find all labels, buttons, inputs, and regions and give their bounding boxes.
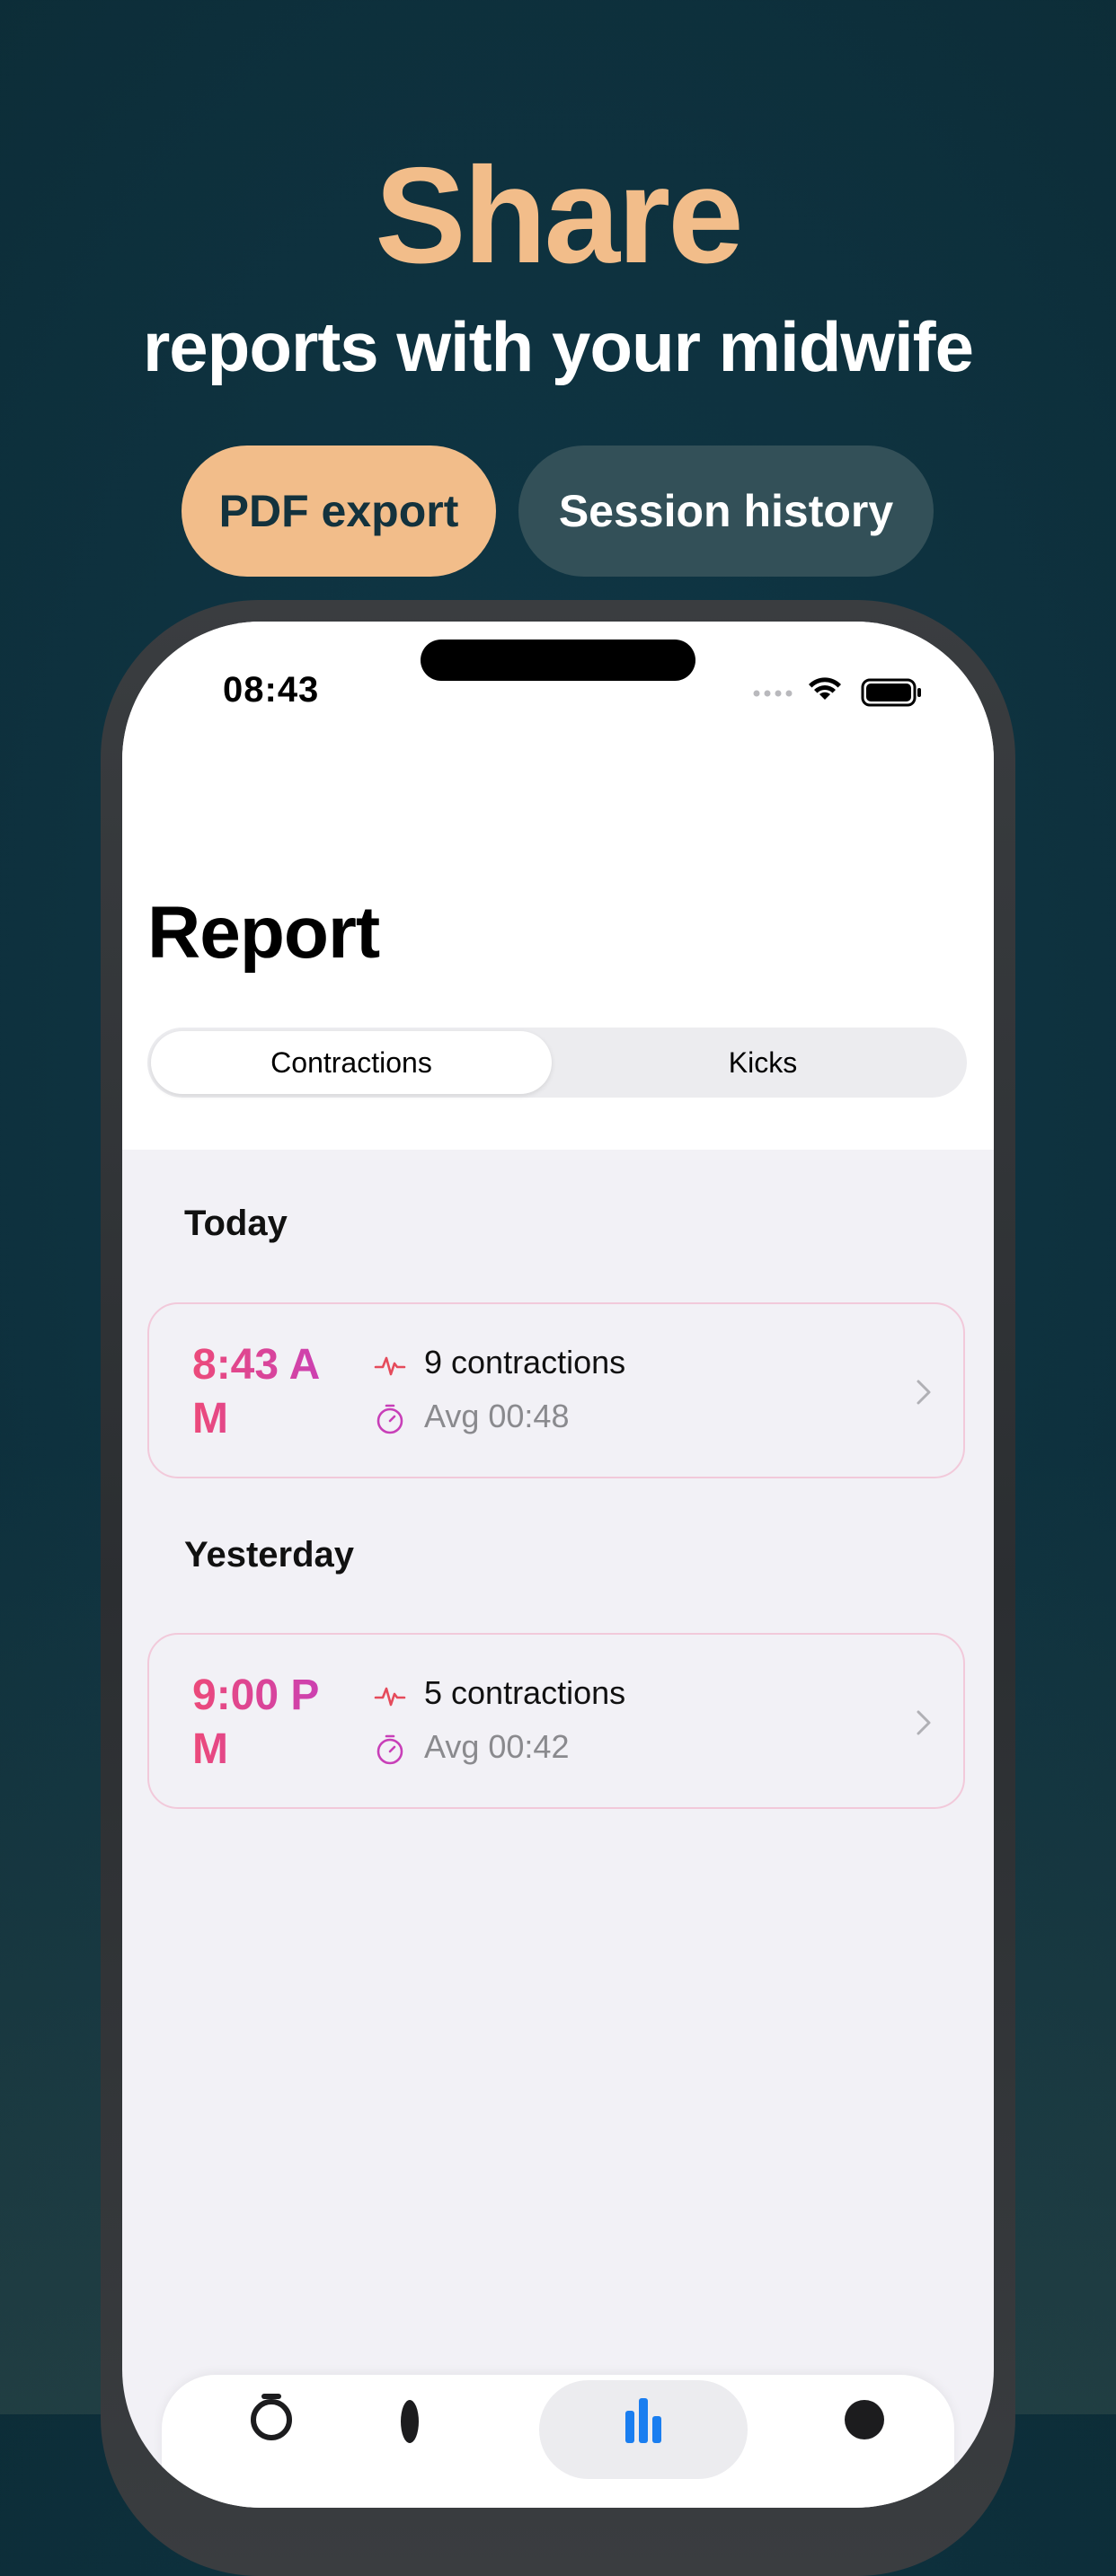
promo-subheadline: reports with your midwife xyxy=(142,307,974,386)
chevron-right-icon xyxy=(917,1380,931,1405)
session-card[interactable]: 9:00 PM 5 contractions Avg 00:42 xyxy=(147,1633,965,1809)
tab-chart-icon[interactable] xyxy=(616,2389,670,2443)
phone-screen: 08:43 Report Contractions Kicks Today 8:… xyxy=(122,622,994,2508)
promo-headline: Share xyxy=(375,139,743,292)
session-history-pill: Session history xyxy=(518,446,934,577)
tab-timer-icon[interactable] xyxy=(244,2389,298,2443)
dynamic-island xyxy=(421,640,695,681)
section-header-yesterday: Yesterday xyxy=(184,1535,355,1575)
tab-bar xyxy=(162,2375,954,2508)
report-segmented-control: Contractions Kicks xyxy=(147,1028,967,1098)
tab-contractions[interactable]: Contractions xyxy=(151,1031,552,1094)
tab-kicks[interactable]: Kicks xyxy=(562,1031,963,1094)
timer-icon xyxy=(376,1734,403,1765)
pulse-icon xyxy=(374,1687,406,1707)
tab-profile-icon[interactable] xyxy=(837,2389,891,2443)
average-duration: Avg 00:48 xyxy=(424,1398,570,1434)
page-title: Report xyxy=(147,892,380,974)
contraction-count: 5 contractions xyxy=(424,1674,626,1711)
status-icons xyxy=(753,677,921,707)
average-duration: Avg 00:42 xyxy=(424,1728,570,1765)
tab-foot-icon[interactable] xyxy=(383,2389,437,2443)
pdf-export-pill: PDF export xyxy=(182,446,496,577)
pulse-icon xyxy=(374,1356,406,1376)
timer-icon xyxy=(376,1404,403,1434)
contraction-count: 9 contractions xyxy=(424,1344,626,1381)
section-header-today: Today xyxy=(184,1204,288,1243)
session-time: 8:43 AM xyxy=(192,1338,336,1446)
wifi-icon xyxy=(809,677,841,700)
chevron-right-icon xyxy=(917,1710,931,1735)
signal-dots-icon xyxy=(753,690,793,697)
session-time: 9:00 PM xyxy=(192,1669,336,1777)
session-card[interactable]: 8:43 AM 9 contractions Avg 00:48 xyxy=(147,1302,965,1478)
status-time: 08:43 xyxy=(223,670,320,710)
battery-icon xyxy=(861,678,921,707)
